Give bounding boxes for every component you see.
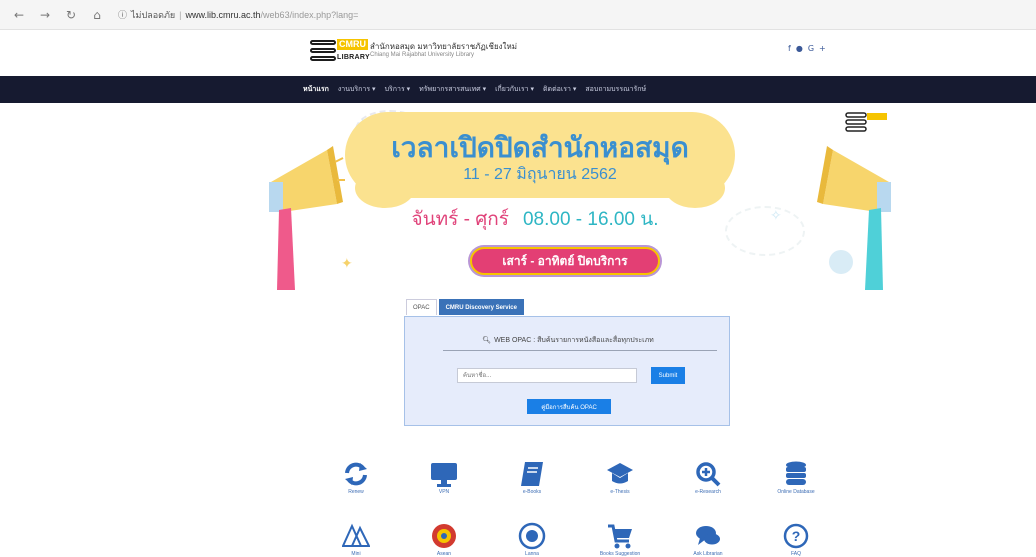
quick-link-books-suggestion[interactable]: Books Suggestion: [580, 522, 660, 557]
banner-hours: จันทร์ - ศุกร์ 08.00 - 16.00 น.: [325, 204, 745, 234]
logo-library-text: LIBRARY: [337, 54, 370, 61]
closed-notice: เสาร์ - อาทิตย์ ปิดบริการ: [470, 247, 660, 275]
quick-link-label: FAQ: [790, 551, 801, 557]
quick-link-vpn[interactable]: VPN: [404, 460, 484, 495]
nav-item-home[interactable]: หน้าแรก: [303, 84, 329, 95]
sparkle-icon: ✧: [770, 208, 782, 224]
library-logo-small: [845, 112, 887, 132]
nav-item-about[interactable]: เกี่ยวกับเรา ▾: [495, 84, 534, 95]
asean-icon: [432, 524, 456, 548]
ebook-icon: [521, 462, 543, 486]
logo-cmru-text: CMRU: [337, 39, 368, 50]
google-plus-icon[interactable]: G+: [808, 44, 831, 53]
banner-date: 11 - 27 มิถุนายน 2562: [463, 166, 617, 183]
info-icon[interactable]: ⓘ: [118, 8, 127, 21]
url-domain: www.lib.cmru.ac.th: [185, 9, 261, 20]
chat-icon: [696, 526, 720, 545]
browser-toolbar: ← → ↻ ⌂ ⓘ ไม่ปลอดภัย | www.lib.cmru.ac.t…: [0, 0, 1036, 30]
search-icon: 🔍︎: [482, 336, 492, 344]
back-arrow-icon[interactable]: ←: [12, 8, 26, 22]
tab-discovery-service[interactable]: CMRU Discovery Service: [438, 299, 524, 315]
monitor-icon: [431, 463, 457, 487]
divider: [443, 350, 717, 351]
tab-opac[interactable]: OPAC: [406, 299, 437, 315]
pyramid-icon: [342, 523, 370, 547]
database-icon: [786, 461, 806, 485]
megaphone-icon: [817, 146, 891, 290]
opening-hours-banner[interactable]: ✦ ✧ ✦ เวลาเปิดปิดสำนักหอสมุด 11 - 27 มิถ…: [255, 106, 900, 296]
help-icon: ?: [783, 523, 809, 549]
quick-link-label: Online Database: [777, 489, 815, 495]
banner-time: 08.00 - 16.00 น.: [522, 209, 659, 230]
cart-icon: [608, 524, 632, 549]
quick-link-renew[interactable]: Renew: [316, 460, 396, 495]
quick-link-label: Lanna: [525, 551, 539, 557]
quick-link-online-database[interactable]: Online Database: [756, 460, 836, 495]
quick-link-label: VPN: [438, 489, 450, 495]
forward-arrow-icon[interactable]: →: [38, 8, 52, 22]
search-tabs: OPAC CMRU Discovery Service: [406, 297, 524, 315]
facebook-icon[interactable]: f: [788, 44, 796, 53]
graduation-cap-icon: [607, 463, 633, 484]
youtube-icon[interactable]: ●: [796, 44, 808, 53]
megaphone-icon: [269, 146, 345, 290]
opac-guide-button[interactable]: คู่มือการสืบค้น OPAC: [527, 399, 611, 414]
site-header: CMRU LIBRARY สำนักหอสมุด มหาวิทยาลัยราชภ…: [0, 31, 1036, 75]
opac-search-panel: 🔍︎ WEB OPAC : สืบค้นรายการหนังสือและสื่อท…: [404, 316, 730, 426]
quick-link-label: e-Books: [522, 489, 542, 495]
nav-item-ask-librarian[interactable]: สอบถามบรรณารักษ์: [585, 84, 646, 95]
url-path: /web63/index.php?lang=: [260, 9, 359, 20]
site-title-english: Chiang Mai Rajabhat University Library: [370, 52, 475, 58]
library-logo[interactable]: CMRU LIBRARY: [310, 37, 370, 69]
zoom-in-icon: [696, 462, 721, 487]
submit-button[interactable]: Submit: [651, 367, 685, 384]
quick-link-ask-librarian[interactable]: Ask Librarian: [668, 522, 748, 557]
banner-days: จันทร์ - ศุกร์: [411, 209, 509, 230]
main-navbar: หน้าแรก งานบริการ ▾ บริการ ▾ ทรัพยากรสาร…: [0, 76, 1036, 103]
svg-text:?: ?: [792, 528, 801, 544]
address-bar[interactable]: ⓘ ไม่ปลอดภัย | www.lib.cmru.ac.th /web63…: [118, 5, 358, 25]
quick-link-label: Renew: [348, 489, 364, 495]
quick-link-label: Mini: [351, 551, 361, 557]
nav-item-services[interactable]: งานบริการ ▾: [338, 84, 376, 95]
social-links: f●G+: [788, 44, 831, 53]
quick-link-label: e-Thesis: [610, 489, 630, 495]
quick-link-label: Ask Librarian: [693, 551, 723, 557]
quick-link-eresearch[interactable]: e-Research: [668, 460, 748, 495]
quick-link-ebooks[interactable]: e-Books: [492, 460, 572, 495]
globe-icon: [518, 522, 546, 550]
quick-link-label: e-Research: [695, 489, 721, 495]
search-panel-title-text: WEB OPAC : สืบค้นรายการหนังสือและสื่อทุก…: [494, 337, 654, 344]
nav-item-service[interactable]: บริการ ▾: [385, 84, 411, 95]
quick-link-label: Asean: [436, 551, 452, 557]
home-icon[interactable]: ⌂: [90, 8, 104, 22]
refresh-icon: [345, 462, 367, 486]
search-input[interactable]: [457, 368, 637, 383]
quick-link-mini[interactable]: Mini: [316, 522, 396, 557]
reload-icon[interactable]: ↻: [64, 8, 78, 22]
nav-item-resources[interactable]: ทรัพยากรสารสนเทศ ▾: [419, 84, 486, 95]
security-label: ไม่ปลอดภัย: [131, 9, 176, 20]
search-panel-title: 🔍︎ WEB OPAC : สืบค้นรายการหนังสือและสื่อท…: [405, 335, 731, 346]
quick-link-asean[interactable]: Asean: [404, 522, 484, 557]
quick-link-label: Books Suggestion: [599, 551, 641, 557]
quick-link-lanna[interactable]: Lanna: [492, 522, 572, 557]
quick-links: Renew VPN e-Books e-Thesis e-Research On…: [316, 460, 836, 557]
nav-item-contact[interactable]: ติดต่อเรา ▾: [543, 84, 576, 95]
quick-link-ethesis[interactable]: e-Thesis: [580, 460, 660, 495]
quick-link-faq[interactable]: ? FAQ: [756, 522, 836, 557]
